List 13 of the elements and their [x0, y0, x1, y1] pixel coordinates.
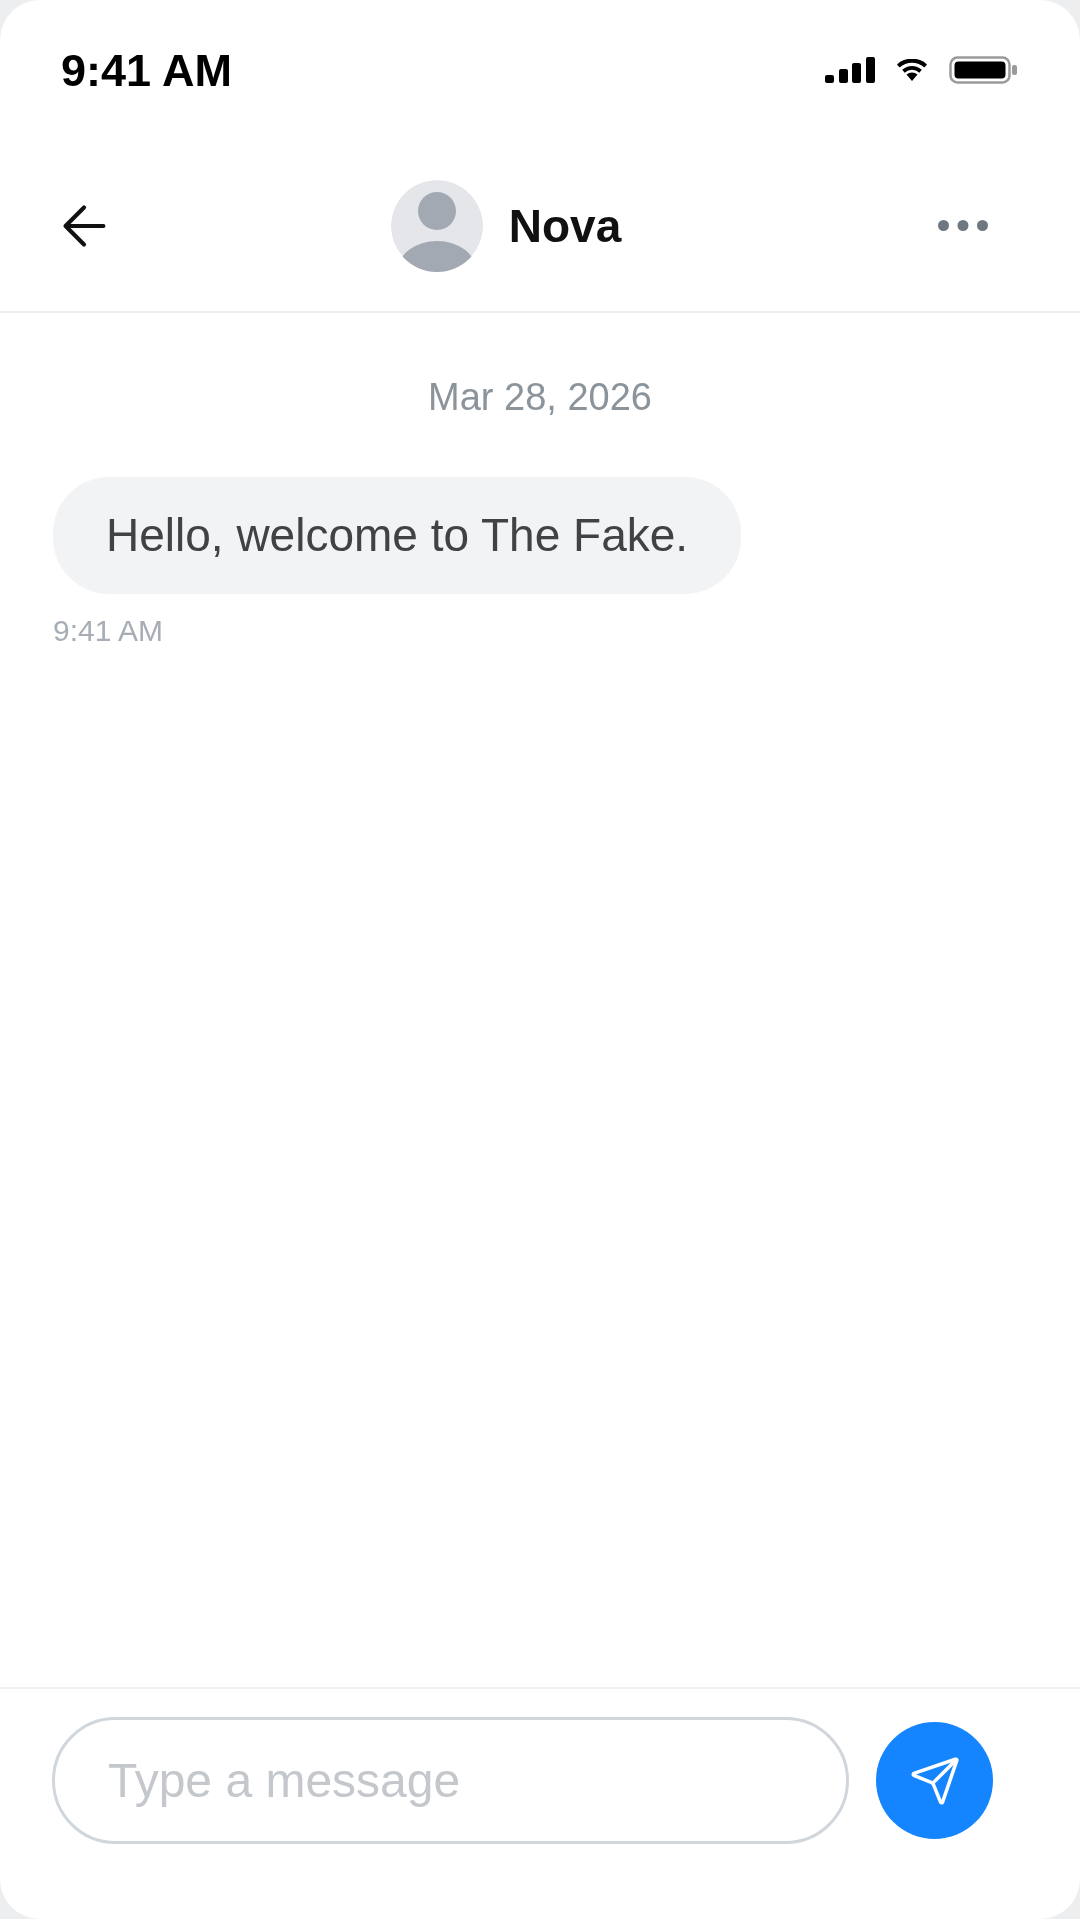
- status-time: 9:41 AM: [61, 47, 232, 93]
- avatar-icon: [390, 179, 483, 272]
- contact-name: Nova: [508, 202, 622, 249]
- send-icon: [910, 1756, 959, 1805]
- battery-icon: [949, 56, 1017, 84]
- more-button[interactable]: [938, 220, 988, 231]
- more-dots-icon: [938, 220, 988, 231]
- message-time: 9:41 AM: [53, 613, 164, 649]
- date-label: Mar 28, 2026: [428, 375, 652, 420]
- wifi-icon: [896, 59, 928, 81]
- message-input[interactable]: Type a message: [52, 1717, 849, 1844]
- signal-icon: [825, 57, 875, 83]
- message-bubble: Hello, welcome to The Fake.: [53, 477, 742, 594]
